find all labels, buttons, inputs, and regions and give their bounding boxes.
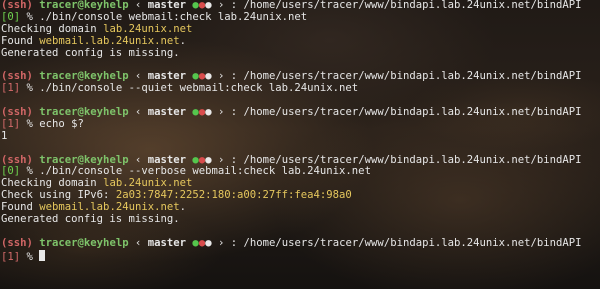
git-status-dots-icon: ●●● — [192, 237, 211, 249]
output-value: webmail.lab.24unix.net — [39, 34, 180, 47]
exit-code: [0] — [1, 165, 21, 178]
git-dot-white-icon: ● — [205, 70, 212, 83]
git-status-dots-icon: ●●● — [192, 70, 211, 82]
output-prefix: Generated config is missing. — [1, 46, 180, 59]
command-text: % ./bin/console --quiet webmail:check la… — [26, 82, 359, 95]
current-path: › : /home/users/tracer/www/bindapi.lab.2… — [217, 70, 582, 83]
output-suffix: . — [179, 201, 186, 214]
prompt-separator: ‹ — [134, 106, 142, 119]
git-status-dots-icon: ●●● — [192, 154, 211, 166]
current-path: › : /home/users/tracer/www/bindapi.lab.2… — [217, 106, 582, 119]
git-branch: master — [147, 0, 187, 11]
git-status-dots-icon: ●●● — [192, 0, 211, 11]
command-line: [1] % echo $? — [1, 117, 600, 131]
output-prefix: 1 — [1, 129, 8, 142]
git-dot-white-icon: ● — [205, 236, 212, 249]
command-text: % ./bin/console --verbose webmail:check … — [26, 165, 371, 178]
ssh-indicator: (ssh) — [1, 0, 33, 11]
output-prefix: Found — [1, 201, 40, 214]
prompt-separator: ‹ — [134, 0, 142, 11]
git-dot-white-icon: ● — [205, 0, 212, 11]
command-text: % — [26, 250, 33, 263]
user-host: tracer@keyhelp — [39, 106, 129, 119]
output-value: lab.24unix.net — [103, 177, 193, 190]
exit-code: [1] — [1, 82, 21, 95]
ssh-indicator: (ssh) — [1, 153, 33, 166]
prompt-separator: ‹ — [134, 153, 142, 166]
output-prefix: Checking domain — [1, 177, 104, 190]
output-value: lab.24unix.net — [103, 22, 193, 35]
prompt-line: (ssh) tracer@keyhelp ‹ master ●●● › : /h… — [1, 106, 600, 119]
git-status-dots-icon: ●●● — [192, 106, 211, 118]
exit-code: [0] — [1, 10, 21, 23]
command-text: % echo $? — [26, 117, 84, 130]
output-line: 1 — [1, 129, 600, 143]
output-prefix: Check using IPv6: — [1, 189, 116, 202]
exit-code: [1] — [1, 117, 21, 130]
cursor-block-icon[interactable] — [39, 249, 46, 261]
command-line: [1] % ./bin/console --quiet webmail:chec… — [1, 82, 600, 95]
prompt-separator: ‹ — [134, 70, 142, 83]
output-line: Generated config is missing. — [1, 213, 600, 226]
output-prefix: Checking domain — [1, 22, 104, 35]
current-path: › : /home/users/tracer/www/bindapi.lab.2… — [217, 0, 582, 11]
user-host: tracer@keyhelp — [39, 0, 129, 11]
command-text: % ./bin/console webmail:check lab.24unix… — [26, 10, 308, 23]
command-line: [1] % — [1, 249, 600, 263]
exit-code: [1] — [1, 250, 21, 263]
ssh-indicator: (ssh) — [1, 236, 33, 249]
user-host: tracer@keyhelp — [39, 236, 129, 249]
output-prefix: Generated config is missing. — [1, 213, 180, 226]
git-branch: master — [147, 153, 187, 166]
git-branch: master — [147, 236, 187, 249]
user-host: tracer@keyhelp — [39, 70, 129, 83]
prompt-separator: ‹ — [134, 236, 142, 249]
git-dot-white-icon: ● — [205, 153, 212, 166]
terminal-output: (ssh) tracer@keyhelp ‹ master ●●● › : /h… — [1, 0, 600, 263]
git-branch: master — [147, 106, 187, 119]
git-dot-white-icon: ● — [205, 106, 212, 119]
ssh-indicator: (ssh) — [1, 70, 33, 83]
prompt-line: (ssh) tracer@keyhelp ‹ master ●●● › : /h… — [1, 236, 600, 250]
current-path: › : /home/users/tracer/www/bindapi.lab.2… — [217, 236, 582, 249]
output-prefix: Found — [1, 34, 40, 47]
user-host: tracer@keyhelp — [39, 153, 129, 166]
current-path: › : /home/users/tracer/www/bindapi.lab.2… — [217, 153, 582, 166]
ssh-indicator: (ssh) — [1, 106, 33, 119]
git-branch: master — [147, 70, 187, 83]
terminal-window[interactable]: (ssh) tracer@keyhelp ‹ master ●●● › : /h… — [0, 0, 600, 289]
output-value: 2a03:7847:2252:180:a00:27ff:fea4:98a0 — [115, 189, 352, 202]
output-suffix: . — [179, 34, 186, 47]
output-value: webmail.lab.24unix.net — [39, 201, 180, 214]
output-line: Generated config is missing. — [1, 46, 600, 60]
